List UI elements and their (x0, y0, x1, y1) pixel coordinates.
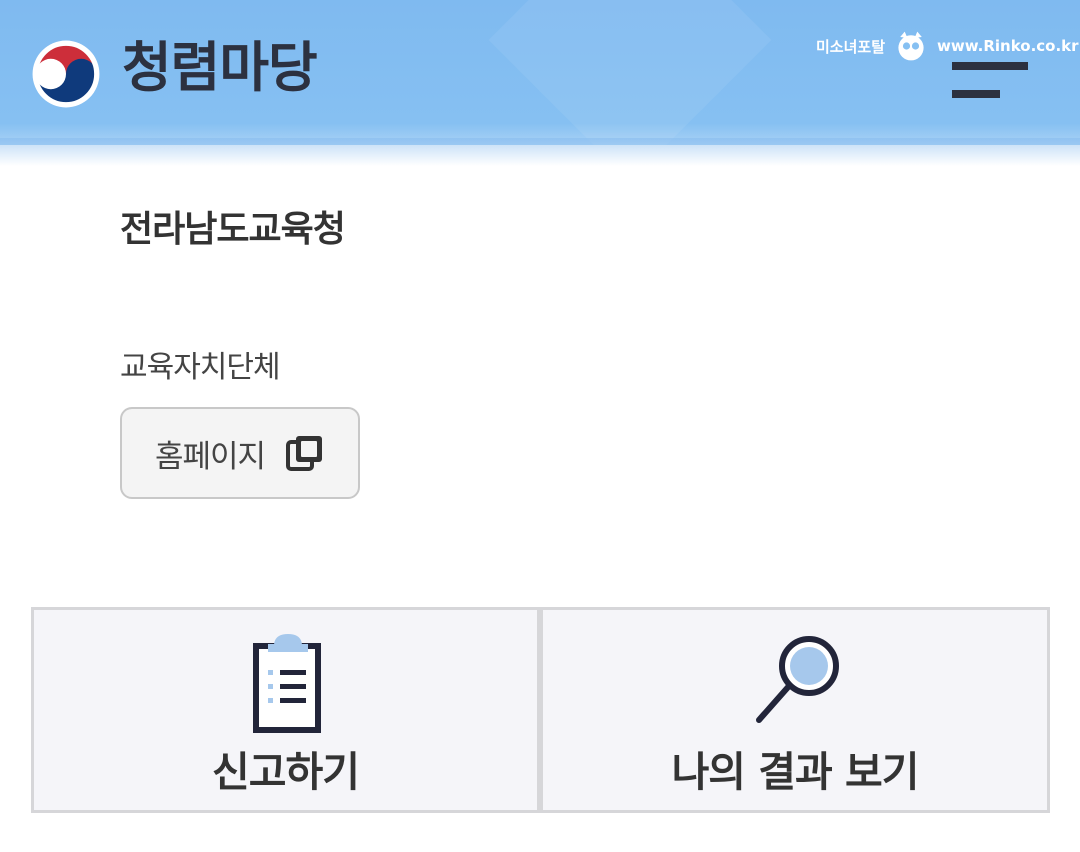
my-results-card-label: 나의 결과 보기 (671, 748, 920, 796)
taegeuk-emblem-icon[interactable] (28, 36, 104, 112)
watermark-text: 미소녀포탈 (816, 37, 886, 56)
app-title[interactable]: 청렴마당 (122, 32, 318, 104)
organization-name: 전라남도교육청 (120, 209, 346, 250)
watermark-url: www.Rinko.co.kr (937, 37, 1079, 55)
hamburger-menu-icon[interactable] (948, 58, 1032, 108)
homepage-button[interactable]: 홈페이지 (120, 407, 360, 499)
mascot-icon (898, 31, 924, 61)
header-decoration (488, 0, 772, 145)
app-header: 청렴마당 미소녀포탈 www.Rinko.co.kr (0, 0, 1080, 145)
organization-category: 교육자치단체 (120, 350, 281, 385)
my-results-card-button[interactable]: 나의 결과 보기 (540, 607, 1050, 813)
report-card-button[interactable]: 신고하기 (31, 607, 540, 813)
copy-icon (286, 436, 323, 471)
header-shadow (0, 138, 1080, 166)
menu-bar (952, 62, 1028, 70)
report-card-label: 신고하기 (212, 748, 360, 796)
menu-bar (952, 90, 1000, 98)
page: 청렴마당 미소녀포탈 www.Rinko.co.kr 전라남도교육청 교육자치단… (0, 0, 1080, 852)
magnifier-icon (756, 636, 839, 723)
homepage-button-label: 홈페이지 (154, 438, 266, 475)
clipboard-list-icon (253, 634, 321, 733)
